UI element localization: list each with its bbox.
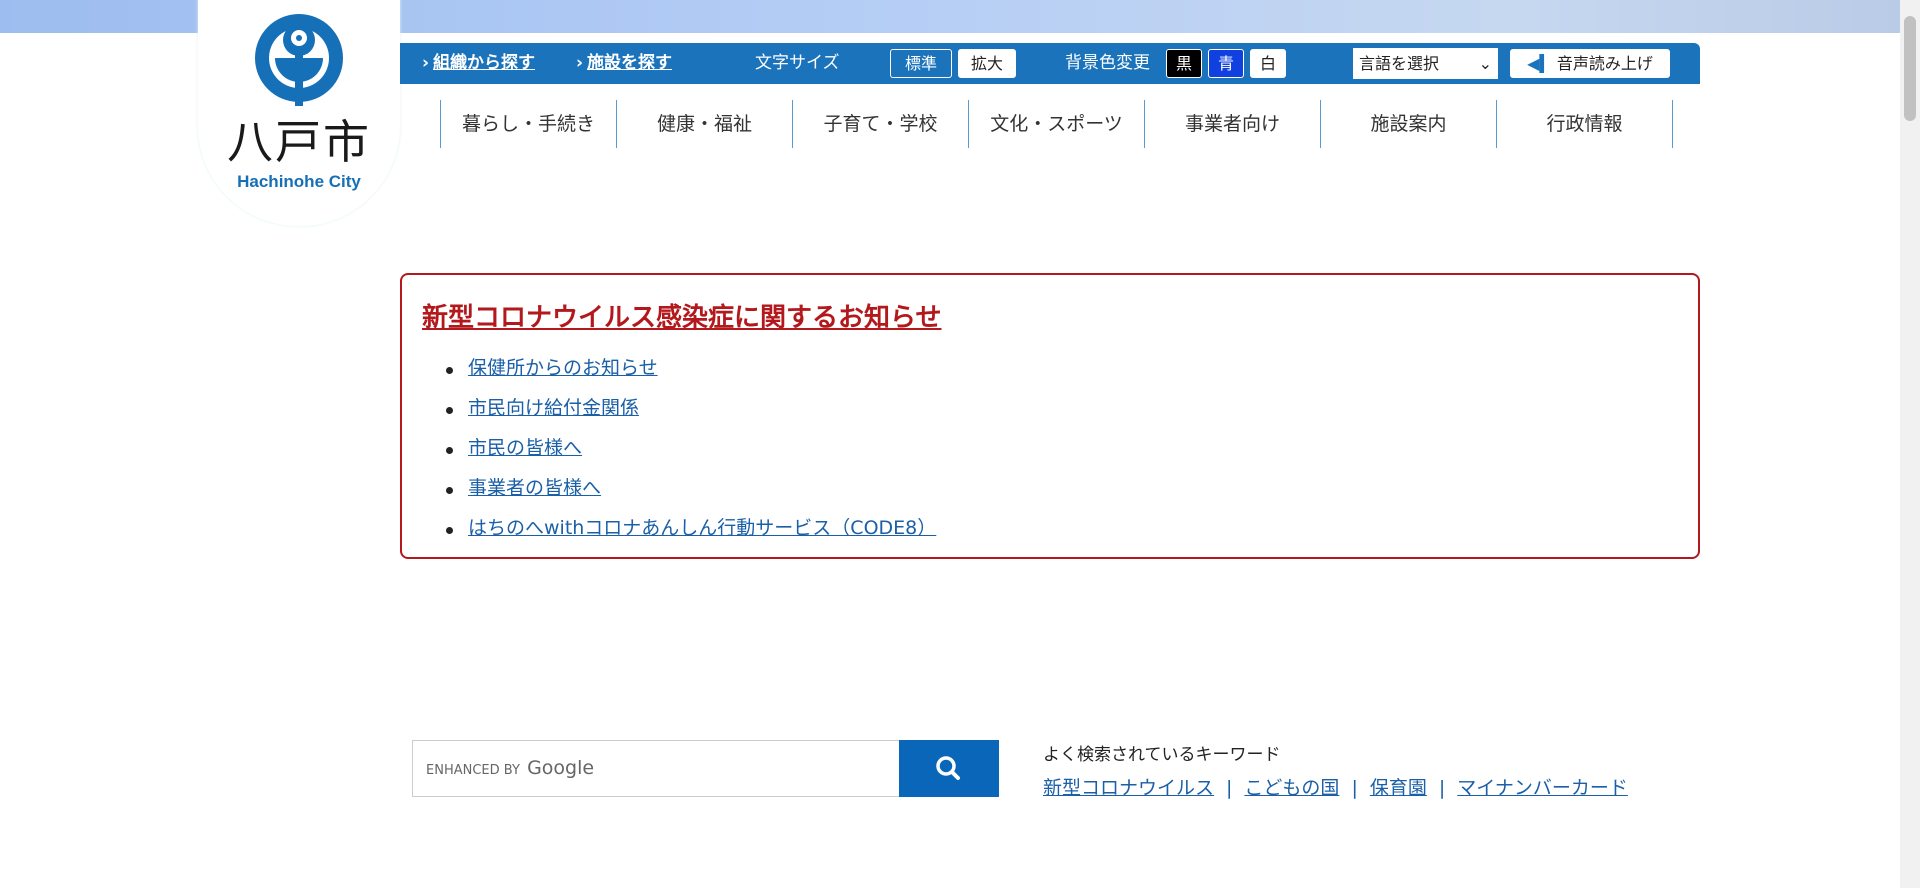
covid-notice-box: 新型コロナウイルス感染症に関するお知らせ 保健所からのお知らせ 市民向け給付金関… xyxy=(400,273,1700,559)
chevron-right-icon: › xyxy=(422,53,430,73)
notice-title[interactable]: 新型コロナウイルス感染症に関するお知らせ xyxy=(422,297,1678,334)
nav-item-health[interactable]: 健康・福祉 xyxy=(616,100,792,148)
nav-item-childcare[interactable]: 子育て・学校 xyxy=(792,100,968,148)
global-nav: 暮らし・手続き 健康・福祉 子育て・学校 文化・スポーツ 事業者向け 施設案内 … xyxy=(440,100,1673,148)
search-button[interactable] xyxy=(899,740,999,797)
search-placeholder-brand: Google xyxy=(527,757,595,779)
font-size-standard-button[interactable]: 標準 xyxy=(890,49,952,78)
list-item: 市民の皆様へ xyxy=(422,428,1678,468)
keyword-link[interactable]: マイナンバーカード xyxy=(1457,777,1628,799)
search-icon xyxy=(936,756,960,780)
link-org-search[interactable]: 組織から探す xyxy=(433,53,535,73)
notice-link[interactable]: はちのへwithコロナあんしん行動サービス（CODE8） xyxy=(468,517,936,539)
notice-link[interactable]: 市民向け給付金関係 xyxy=(468,397,639,419)
list-item: 事業者の皆様へ xyxy=(422,468,1678,508)
read-aloud-button[interactable]: ◀▍ 音声読み上げ xyxy=(1510,49,1670,78)
nav-item-culture[interactable]: 文化・スポーツ xyxy=(968,100,1144,148)
list-item: 保健所からのお知らせ xyxy=(422,348,1678,388)
notice-link[interactable]: 市民の皆様へ xyxy=(468,437,582,459)
nav-item-business[interactable]: 事業者向け xyxy=(1144,100,1320,148)
scrollbar-thumb[interactable] xyxy=(1904,16,1916,121)
popular-keywords: よく検索されているキーワード 新型コロナウイルス | こどもの国 | 保育園 | マイナンバ… xyxy=(1043,740,1628,800)
list-item: 市民向け給付金関係 xyxy=(422,388,1678,428)
search-placeholder-prefix: ENHANCED BY xyxy=(426,763,520,778)
bg-blue-button[interactable]: 青 xyxy=(1208,49,1244,78)
language-select-value: 言語を選択 xyxy=(1359,54,1440,73)
list-item: はちのへwithコロナあんしん行動サービス（CODE8） xyxy=(422,508,1678,548)
logo-name-en: Hachinohe City xyxy=(237,172,361,191)
chevron-down-icon: ⌄ xyxy=(1478,54,1492,73)
font-size-large-button[interactable]: 拡大 xyxy=(958,49,1016,78)
keyword-link[interactable]: 新型コロナウイルス xyxy=(1043,777,1214,799)
notice-link[interactable]: 保健所からのお知らせ xyxy=(468,357,658,379)
font-size-label: 文字サイズ xyxy=(755,53,840,73)
link-facility-search[interactable]: 施設を探す xyxy=(587,53,672,73)
notice-link[interactable]: 事業者の皆様へ xyxy=(468,477,601,499)
nav-item-facilities[interactable]: 施設案内 xyxy=(1320,100,1496,148)
bg-white-button[interactable]: 白 xyxy=(1250,49,1286,78)
read-aloud-label: 音声読み上げ xyxy=(1556,54,1653,73)
bg-color-label: 背景色変更 xyxy=(1065,53,1150,73)
search-input[interactable]: ENHANCED BY Google xyxy=(412,740,899,797)
language-select[interactable]: 言語を選択 ⌄ xyxy=(1353,48,1498,79)
bg-black-button[interactable]: 黒 xyxy=(1166,49,1202,78)
keywords-label: よく検索されているキーワード xyxy=(1043,745,1281,765)
keyword-link[interactable]: こどもの国 xyxy=(1244,777,1339,799)
nav-item-government[interactable]: 行政情報 xyxy=(1496,100,1673,148)
nav-item-living[interactable]: 暮らし・手続き xyxy=(440,100,616,148)
speaker-icon: ◀▍ xyxy=(1527,54,1552,73)
scrollbar[interactable] xyxy=(1900,0,1920,888)
utility-bar: › 組織から探す › 施設を探す 文字サイズ 標準 拡大 背景色変更 黒 青 白 言… xyxy=(400,43,1700,84)
keyword-link[interactable]: 保育園 xyxy=(1370,777,1427,799)
chevron-right-icon: › xyxy=(576,53,584,73)
city-emblem-icon xyxy=(255,14,343,106)
site-logo[interactable]: 八戸市 Hachinohe City xyxy=(198,0,400,226)
logo-name-jp: 八戸市 xyxy=(227,115,371,169)
